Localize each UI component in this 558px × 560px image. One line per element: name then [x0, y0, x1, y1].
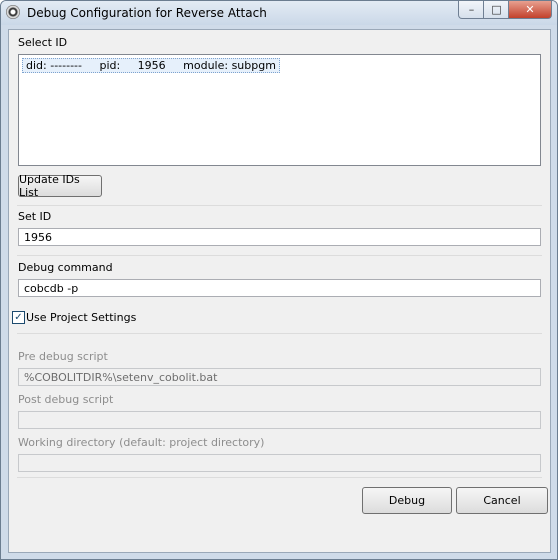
separator	[17, 333, 542, 334]
pre-debug-script-field: %COBOLITDIR%\setenv_cobolit.bat	[18, 368, 541, 386]
use-project-settings-label[interactable]: Use Project Settings	[26, 311, 136, 324]
debug-config-dialog: Debug Configuration for Reverse Attach –…	[0, 0, 558, 560]
separator	[17, 205, 542, 206]
dialog-body: Select ID did: -------- pid: 1956 module…	[8, 29, 551, 553]
app-icon	[6, 5, 20, 19]
debug-command-label: Debug command	[18, 261, 113, 274]
select-id-label: Select ID	[18, 36, 68, 49]
debug-command-field[interactable]: cobcdb -p	[18, 279, 541, 297]
use-project-settings-checkbox[interactable]: ✓	[12, 311, 25, 324]
separator	[17, 477, 542, 478]
close-button[interactable]: ✕	[508, 1, 552, 19]
separator	[17, 255, 542, 256]
update-ids-list-button[interactable]: Update IDs List	[18, 173, 102, 199]
working-directory-label: Working directory (default: project dire…	[18, 436, 265, 449]
debug-button[interactable]: Debug	[362, 487, 452, 514]
cancel-button[interactable]: Cancel	[456, 487, 548, 514]
window-title: Debug Configuration for Reverse Attach	[27, 6, 267, 20]
set-id-label: Set ID	[18, 210, 52, 223]
list-item[interactable]: did: -------- pid: 1956 module: subpgm	[22, 58, 280, 73]
title-bar[interactable]: Debug Configuration for Reverse Attach –…	[1, 1, 557, 25]
post-debug-script-label: Post debug script	[18, 393, 114, 406]
process-id-list[interactable]: did: -------- pid: 1956 module: subpgm	[18, 54, 541, 166]
pre-debug-script-label: Pre debug script	[18, 350, 108, 363]
set-id-field[interactable]: 1956	[18, 228, 541, 246]
working-directory-field	[18, 454, 541, 472]
minimize-button[interactable]: –	[458, 1, 485, 19]
post-debug-script-field	[18, 411, 541, 429]
maximize-button[interactable]: □	[483, 1, 510, 19]
